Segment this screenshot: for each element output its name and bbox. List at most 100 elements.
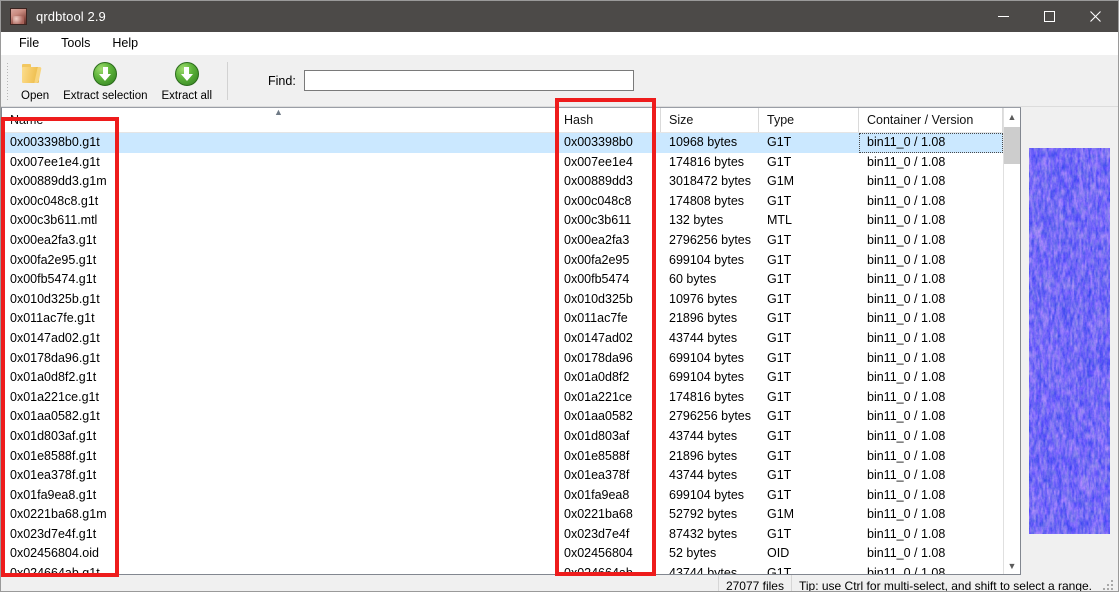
cell-type: G1T <box>767 232 792 247</box>
cell-size: 174816 bytes <box>669 154 745 169</box>
cell-name: 0x003398b0.g1t <box>10 135 100 149</box>
cell-container: bin11_0 / 1.08 <box>867 389 946 404</box>
extract-all-button[interactable]: Extract all <box>155 58 220 103</box>
cell-size: 699104 bytes <box>669 350 745 365</box>
scroll-down-icon[interactable]: ▼ <box>1004 557 1020 574</box>
table-row[interactable]: 0x024664ab.g1t 0x024664ab 43744 bytes G1T bi… <box>2 564 1020 574</box>
table-row[interactable]: 0x01a0d8f2.g1t 0x01a0d8f2 699104 bytes G1T b… <box>2 368 1020 388</box>
texture-preview[interactable] <box>1029 148 1110 534</box>
extract-selection-button[interactable]: Extract selection <box>56 58 154 103</box>
maximize-icon[interactable] <box>1026 1 1072 32</box>
cell-name: 0x010d325b.g1t <box>10 291 100 306</box>
cell-name: 0x02456804.oid <box>10 546 99 561</box>
cell-container: bin11_0 / 1.08 <box>867 507 946 522</box>
cell-hash: 0x00c3b611 <box>564 213 632 228</box>
cell-size: 52792 bytes <box>669 507 738 522</box>
toolbar: Open Extract selection Extract all Find: <box>1 55 1118 107</box>
column-header-name[interactable]: Name ▲ <box>2 108 556 132</box>
cell-type: G1T <box>767 526 792 541</box>
open-button[interactable]: Open <box>14 58 56 103</box>
app-window: qrdbtool 2.9 File Tools Help Open Extrac… <box>0 0 1119 592</box>
cell-size: 52 bytes <box>669 546 717 561</box>
table-row[interactable]: 0x011ac7fe.g1t 0x011ac7fe 21896 bytes G1T bi… <box>2 309 1020 329</box>
column-header-size[interactable]: Size <box>661 108 759 132</box>
cell-container: bin11_0 / 1.08 <box>859 133 1003 153</box>
cell-type: G1T <box>767 566 792 574</box>
minimize-icon[interactable] <box>980 1 1026 32</box>
cell-hash: 0x01aa0582 <box>564 409 633 424</box>
table-row[interactable]: 0x00c048c8.g1t 0x00c048c8 174808 bytes G1T b… <box>2 192 1020 212</box>
table-row[interactable]: 0x00fb5474.g1t 0x00fb5474 60 bytes G1T bin11… <box>2 270 1020 290</box>
cell-hash: 0x010d325b <box>564 291 633 306</box>
column-header-container[interactable]: Container / Version <box>859 108 1003 132</box>
table-row[interactable]: 0x01aa0582.g1t 0x01aa0582 2796256 bytes G1T… <box>2 407 1020 427</box>
cell-type: G1T <box>767 252 792 267</box>
table-row[interactable]: 0x023d7e4f.g1t 0x023d7e4f 87432 bytes G1T bi… <box>2 525 1020 545</box>
cell-type: G1T <box>767 311 792 326</box>
cell-size: 174808 bytes <box>669 193 745 208</box>
extract-selection-button-label: Extract selection <box>63 89 148 102</box>
table-row[interactable]: 0x0221ba68.g1m 0x0221ba68 52792 bytes G1M bi… <box>2 505 1020 525</box>
scrollbar-thumb[interactable] <box>1004 127 1020 164</box>
preview-pane <box>1021 107 1118 575</box>
table-row[interactable]: 0x01ea378f.g1t 0x01ea378f 43744 bytes G1T bi… <box>2 466 1020 486</box>
cell-name: 0x01e8588f.g1t <box>10 448 97 463</box>
cell-container: bin11_0 / 1.08 <box>867 272 946 287</box>
cell-name: 0x01aa0582.g1t <box>10 409 100 424</box>
table-row[interactable]: 0x01e8588f.g1t 0x01e8588f 21896 bytes G1T bi… <box>2 447 1020 467</box>
menu-item-file[interactable]: File <box>8 33 50 53</box>
menu-item-help[interactable]: Help <box>101 33 149 53</box>
table-row[interactable]: 0x00889dd3.g1m 0x00889dd3 3018472 bytes G1M… <box>2 172 1020 192</box>
cell-type: OID <box>767 546 790 561</box>
cell-hash: 0x00889dd3 <box>564 174 633 189</box>
cell-name: 0x011ac7fe.g1t <box>10 311 95 326</box>
cell-size: 60 bytes <box>669 272 717 287</box>
cell-type: G1T <box>767 389 792 404</box>
column-header-name-label: Name <box>10 113 44 127</box>
table-row[interactable]: 0x01fa9ea8.g1t 0x01fa9ea8 699104 bytes G1T b… <box>2 486 1020 506</box>
scrollbar-track[interactable] <box>1004 125 1020 557</box>
cell-container: bin11_0 / 1.08 <box>867 546 946 561</box>
cell-name: 0x0178da96.g1t <box>10 350 100 365</box>
cell-container: bin11_0 / 1.08 <box>867 330 946 345</box>
cell-container: bin11_0 / 1.08 <box>867 311 946 326</box>
search-input[interactable] <box>303 70 634 91</box>
file-list-rows[interactable]: 0x003398b0.g1t 0x003398b0 10968 bytes G1T bi… <box>2 133 1020 574</box>
table-row[interactable]: 0x01d803af.g1t 0x01d803af 43744 bytes G1T bi… <box>2 427 1020 447</box>
file-list-scrollbar[interactable]: ▲ ▼ <box>1003 108 1020 574</box>
table-header: Name ▲ Hash Size Type Container / Versio… <box>2 108 1020 133</box>
table-row[interactable]: 0x00ea2fa3.g1t 0x00ea2fa3 2796256 bytes G1T… <box>2 231 1020 251</box>
cell-name: 0x0221ba68.g1m <box>10 507 107 522</box>
table-row[interactable]: 0x01a221ce.g1t 0x01a221ce 174816 bytes G1T b… <box>2 388 1020 408</box>
scroll-up-icon[interactable]: ▲ <box>1004 108 1020 125</box>
table-row[interactable]: 0x007ee1e4.g1t 0x007ee1e4 174816 bytes G1T b… <box>2 153 1020 173</box>
cell-name: 0x00c048c8.g1t <box>10 193 99 208</box>
cell-size: 132 bytes <box>669 213 724 228</box>
table-row[interactable]: 0x00fa2e95.g1t 0x00fa2e95 699104 bytes G1T b… <box>2 251 1020 271</box>
cell-container: bin11_0 / 1.08 <box>867 174 946 189</box>
cell-name: 0x00ea2fa3.g1t <box>10 232 97 247</box>
cell-container: bin11_0 / 1.08 <box>867 350 946 365</box>
close-icon[interactable] <box>1072 1 1118 32</box>
column-header-hash[interactable]: Hash <box>556 108 661 132</box>
sort-ascending-icon: ▲ <box>274 108 283 117</box>
table-row[interactable]: 0x010d325b.g1t 0x010d325b 10976 bytes G1T bi… <box>2 290 1020 310</box>
menu-item-tools[interactable]: Tools <box>50 33 101 53</box>
toolbar-grip[interactable] <box>4 60 12 101</box>
cell-type: G1T <box>767 487 792 502</box>
cell-container: bin11_0 / 1.08 <box>867 428 946 443</box>
column-header-type[interactable]: Type <box>759 108 859 132</box>
cell-type: G1T <box>767 468 792 483</box>
cell-type: G1T <box>767 448 792 463</box>
cell-name: 0x024664ab.g1t <box>10 566 100 574</box>
table-row[interactable]: 0x003398b0.g1t 0x003398b0 10968 bytes G1T bi… <box>2 133 1020 153</box>
window-title: qrdbtool 2.9 <box>36 9 106 24</box>
table-row[interactable]: 0x02456804.oid 0x02456804 52 bytes OID bin11… <box>2 544 1020 564</box>
table-row[interactable]: 0x0178da96.g1t 0x0178da96 699104 bytes G1T b… <box>2 349 1020 369</box>
table-row[interactable]: 0x00c3b611.mtl 0x00c3b611 132 bytes MTL bin1… <box>2 211 1020 231</box>
cell-type: G1T <box>767 193 792 208</box>
cell-size: 699104 bytes <box>669 370 745 385</box>
resize-grip-icon[interactable] <box>1102 579 1116 592</box>
table-row[interactable]: 0x0147ad02.g1t 0x0147ad02 43744 bytes G1T bi… <box>2 329 1020 349</box>
cell-name: 0x01d803af.g1t <box>10 428 97 443</box>
